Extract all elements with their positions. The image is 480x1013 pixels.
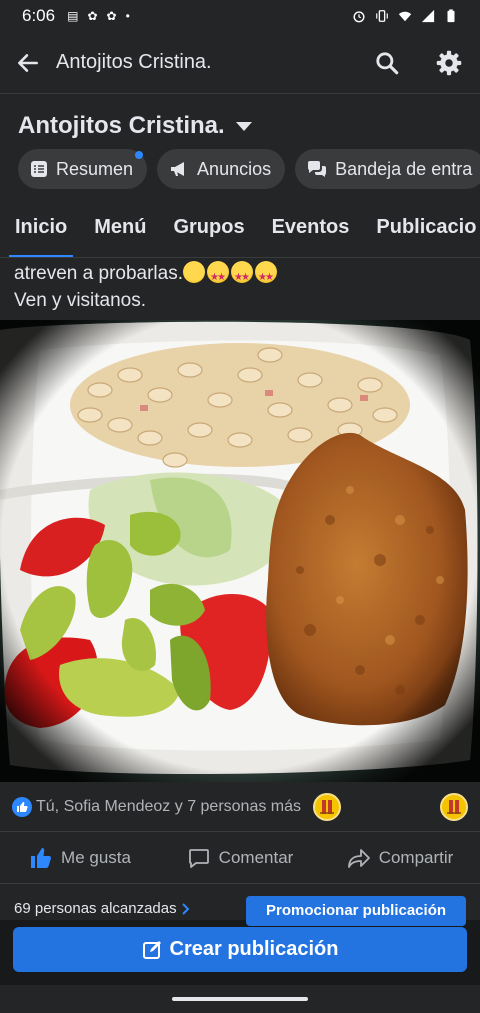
back-button[interactable] (0, 32, 56, 94)
list-icon (31, 161, 47, 177)
chip-inbox[interactable]: Bandeja de entra (295, 149, 480, 189)
create-post-label: Crear publicación (169, 938, 339, 960)
logo-icon (320, 799, 335, 814)
tab-menu[interactable]: Menú (94, 198, 146, 257)
search-icon (376, 51, 399, 74)
star-struck-icon (231, 261, 253, 291)
reach-link[interactable]: 69 personas alcanzadas (14, 900, 191, 917)
share-button[interactable]: Compartir (320, 832, 480, 884)
post-photo[interactable] (0, 320, 480, 782)
signal-icon (421, 9, 435, 23)
like-thumb-icon (31, 847, 52, 868)
chat-bubbles-icon (308, 161, 327, 177)
page-tabs: Inicio Menú Grupos Eventos Publicacio (0, 198, 480, 258)
post-text: atreven a probarlas. Ven y visitanos. (0, 258, 480, 320)
promote-button[interactable]: Promocionar publicación (246, 896, 466, 926)
dot-icon: • (125, 9, 130, 23)
page-header: Antojitos Cristina. Resumen Anuncios Ban… (0, 94, 480, 198)
notification-dot (135, 151, 144, 159)
home-gesture-handle[interactable] (172, 997, 308, 1001)
yawning-face-icon (183, 261, 205, 283)
logo-icon (447, 799, 461, 814)
chip-anuncios[interactable]: Anuncios (157, 149, 286, 189)
notification-icons: ▤ ✿ ✿ • (67, 9, 130, 23)
reactions-row[interactable]: Tú, Sofia Mendeoz y 7 personas más (0, 782, 480, 832)
dropdown-triangle-icon (235, 122, 252, 131)
share-label: Compartir (378, 847, 454, 867)
create-post-button[interactable]: Crear publicación (13, 927, 467, 972)
tab-eventos[interactable]: Eventos (272, 198, 350, 257)
system-icons (352, 9, 458, 23)
post-text-line: atreven a probarlas. (14, 260, 466, 291)
app-bar: Antojitos Cristina. (0, 32, 480, 94)
message-icon: ▤ (67, 9, 79, 23)
like-reaction-icon (12, 796, 32, 817)
page-avatar (313, 792, 342, 821)
admin-chips: Resumen Anuncios Bandeja de entra (18, 149, 480, 189)
comment-label: Comentar (218, 847, 294, 867)
gear-icon (436, 50, 462, 75)
alarm-icon (353, 11, 365, 23)
megaphone-icon (171, 162, 185, 176)
app-icon: ✿ (106, 9, 117, 23)
vibrate-icon (376, 10, 388, 22)
search-button[interactable] (356, 32, 418, 94)
post-text-line: Ven y visitanos. (14, 290, 147, 311)
chip-resumen[interactable]: Resumen (18, 149, 148, 189)
commenter-avatar[interactable] (440, 792, 468, 821)
chevron-right-icon (181, 902, 190, 915)
post-actions: Me gusta Comentar Compartir (0, 832, 480, 884)
edit-square-icon (142, 940, 161, 959)
reach-text: 69 personas alcanzadas (14, 900, 177, 917)
food-plate-image (0, 320, 480, 782)
wifi-icon (398, 11, 412, 22)
back-arrow-icon (18, 53, 38, 72)
reactions-summary: Tú, Sofia Mendeoz y 7 personas más (36, 797, 302, 815)
page-name: Antojitos Cristina. (18, 112, 225, 139)
comment-button[interactable]: Comentar (160, 832, 320, 884)
star-struck-icon (207, 261, 229, 291)
tab-inicio[interactable]: Inicio (8, 198, 74, 257)
tab-grupos[interactable]: Grupos (173, 198, 244, 257)
battery-icon (447, 9, 455, 23)
settings-button[interactable] (418, 32, 480, 94)
tab-publicaciones[interactable]: Publicacio (376, 198, 476, 257)
chip-label: Resumen (56, 158, 134, 179)
app-icon: ✿ (87, 9, 98, 23)
like-label: Me gusta (61, 847, 131, 867)
star-struck-icon (255, 261, 277, 291)
chip-label: Bandeja de entra (335, 158, 473, 179)
app-bar-title: Antojitos Cristina. (56, 51, 212, 73)
chip-label: Anuncios (197, 158, 272, 179)
status-bar: 6:06 ▤ ✿ ✿ • (0, 0, 480, 32)
like-button[interactable]: Me gusta (0, 832, 160, 884)
page-name-selector[interactable]: Antojitos Cristina. (18, 112, 253, 140)
share-icon (347, 848, 370, 868)
post-insights: 69 personas alcanzadas Promocionar publi… (0, 884, 480, 926)
comment-icon (188, 848, 209, 868)
status-time: 6:06 (22, 6, 56, 25)
system-nav-bar (0, 985, 480, 1013)
